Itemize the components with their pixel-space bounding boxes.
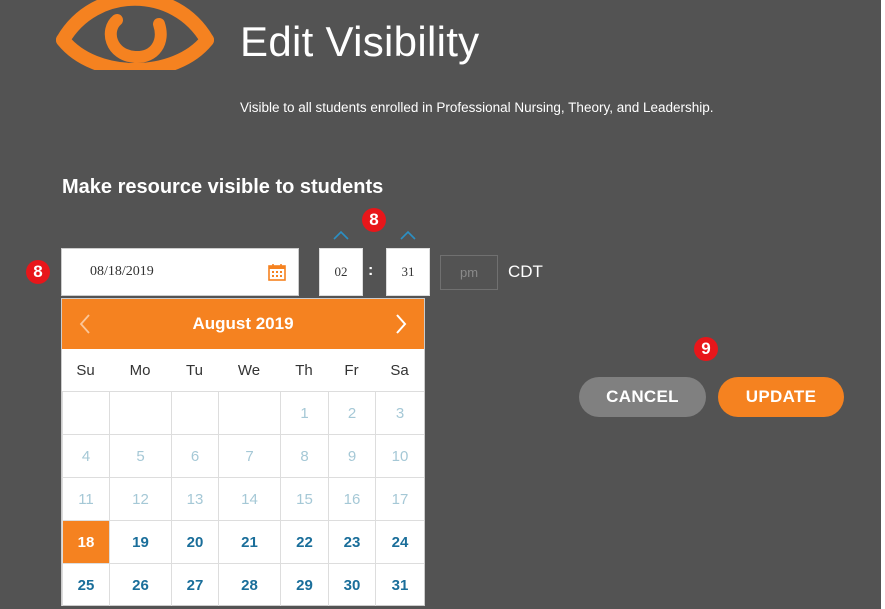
calendar-header: August 2019 xyxy=(62,299,424,349)
weekday-label: Mo xyxy=(129,362,151,379)
calendar-day[interactable]: 27 xyxy=(171,563,218,606)
calendar-day[interactable]: 4 xyxy=(62,434,109,477)
weekday-header-row: Su Mo Tu We Th Fr Sa xyxy=(62,349,424,391)
calendar-day[interactable]: 20 xyxy=(171,520,218,563)
chevron-right-icon[interactable] xyxy=(394,313,408,335)
weekday-label: Sa xyxy=(390,362,409,379)
cancel-button[interactable]: CANCEL xyxy=(579,377,706,417)
calendar-day[interactable]: 15 xyxy=(280,477,328,520)
calendar-day[interactable]: 14 xyxy=(218,477,280,520)
edit-visibility-panel: Edit Visibility Visible to all students … xyxy=(0,0,881,609)
calendar-day[interactable]: 11 xyxy=(62,477,109,520)
calendar-month-label: August 2019 xyxy=(192,314,294,333)
update-button[interactable]: UPDATE xyxy=(718,377,844,417)
calendar-day[interactable]: 9 xyxy=(328,434,375,477)
hour-up-chevron-up-icon[interactable] xyxy=(333,230,349,240)
calendar-day[interactable]: 23 xyxy=(328,520,375,563)
calendar-day[interactable]: 19 xyxy=(109,520,171,563)
calendar-day[interactable]: 5 xyxy=(109,434,171,477)
calendar-day[interactable]: 1 xyxy=(280,391,328,434)
calendar-day[interactable]: 25 xyxy=(62,563,109,606)
calendar-day[interactable]: 10 xyxy=(375,434,424,477)
eye-icon xyxy=(56,0,214,70)
annotation-badge-date: 8 xyxy=(26,260,50,284)
hour-input[interactable]: 02 xyxy=(319,248,363,296)
weekday-label: Th xyxy=(295,362,313,379)
annotation-badge-buttons: 9 xyxy=(694,337,718,361)
calendar-day[interactable]: 24 xyxy=(375,520,424,563)
date-input-value: 08/18/2019 xyxy=(90,264,154,279)
calendar-day[interactable]: 17 xyxy=(375,477,424,520)
calendar-day[interactable]: 31 xyxy=(375,563,424,606)
minute-input[interactable]: 31 xyxy=(386,248,430,296)
window-edge xyxy=(881,0,885,609)
time-separator: : xyxy=(368,262,374,279)
annotation-badge-time: 8 xyxy=(362,208,386,232)
calendar-day[interactable]: 8 xyxy=(280,434,328,477)
calendar-day[interactable]: 3 xyxy=(375,391,424,434)
timezone-label: CDT xyxy=(508,262,543,281)
calendar-day xyxy=(109,391,171,434)
calendar-day xyxy=(218,391,280,434)
calendar-day[interactable]: 30 xyxy=(328,563,375,606)
calendar-day[interactable]: 28 xyxy=(218,563,280,606)
calendar-day xyxy=(171,391,218,434)
visibility-description: Visible to all students enrolled in Prof… xyxy=(240,100,714,115)
weekday-label: We xyxy=(237,362,261,379)
page-title: Edit Visibility xyxy=(240,18,480,65)
calendar-day[interactable]: 16 xyxy=(328,477,375,520)
calendar-day[interactable]: 2 xyxy=(328,391,375,434)
calendar-day[interactable]: 6 xyxy=(171,434,218,477)
calendar-day xyxy=(62,391,109,434)
section-heading: Make resource visible to students xyxy=(62,176,384,198)
date-picker-calendar: August 2019 Su Mo Tu We Th Fr Sa 1 2 3 4 5 6 7 8 9 10 11… xyxy=(61,298,425,606)
calendar-day[interactable]: 29 xyxy=(280,563,328,606)
calendar-icon[interactable] xyxy=(268,264,286,281)
weekday-label: Fr xyxy=(344,362,359,379)
weekday-label: Tu xyxy=(186,362,203,379)
weekday-label: Su xyxy=(76,362,95,379)
calendar-day[interactable]: 26 xyxy=(109,563,171,606)
minute-up-chevron-up-icon[interactable] xyxy=(400,230,416,240)
calendar-day-selected[interactable]: 18 xyxy=(62,520,109,563)
calendar-day[interactable]: 7 xyxy=(218,434,280,477)
date-input[interactable]: 08/18/2019 xyxy=(61,248,299,296)
calendar-day[interactable]: 12 xyxy=(109,477,171,520)
ampm-toggle[interactable]: pm xyxy=(440,255,498,290)
calendar-day[interactable]: 22 xyxy=(280,520,328,563)
calendar-day[interactable]: 21 xyxy=(218,520,280,563)
calendar-day[interactable]: 13 xyxy=(171,477,218,520)
